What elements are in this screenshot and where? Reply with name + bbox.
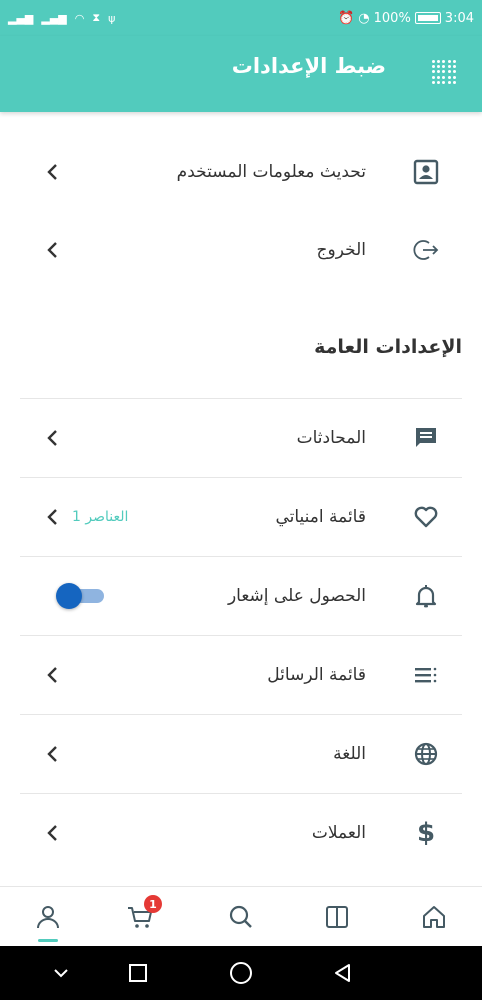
section-title: الإعدادات العامة bbox=[314, 336, 462, 358]
wifi-icon: ◠ bbox=[74, 11, 85, 25]
signal-icon: ▂▄▆ bbox=[8, 11, 34, 25]
clock: 3:04 bbox=[444, 10, 474, 26]
currencies-row[interactable]: $ العملات bbox=[20, 793, 462, 871]
bottom-nav: 1 bbox=[0, 886, 482, 946]
message-list-icon bbox=[412, 661, 440, 689]
home-icon[interactable] bbox=[418, 901, 450, 933]
home-button-icon[interactable] bbox=[228, 960, 254, 986]
logout-row[interactable]: الخروج bbox=[20, 211, 462, 289]
row-label: اللغة bbox=[333, 743, 366, 764]
book-icon[interactable] bbox=[321, 901, 353, 933]
update-user-info-row[interactable]: تحديث معلومات المستخدم bbox=[20, 133, 462, 211]
row-label: قائمة الرسائل bbox=[267, 664, 366, 685]
chevron-left-icon bbox=[47, 164, 57, 180]
dollar-icon: $ bbox=[416, 817, 436, 848]
notifications-row: الحصول على إشعار bbox=[20, 556, 462, 634]
status-right: ⏰ ◔ 100% 3:04 bbox=[338, 11, 474, 26]
chevron-left-icon bbox=[47, 745, 57, 762]
row-label: تحديث معلومات المستخدم bbox=[176, 162, 366, 182]
system-nav-bar bbox=[0, 946, 482, 1000]
search-icon[interactable] bbox=[225, 901, 257, 933]
app-bar: ضبط الإعدادات bbox=[0, 36, 482, 112]
chat-icon bbox=[412, 424, 440, 452]
row-label: العملات bbox=[311, 822, 366, 843]
conversations-row[interactable]: المحادثات bbox=[20, 398, 462, 476]
alarm-icon: ⏰ bbox=[338, 10, 355, 26]
signal-indicators: ▂▄▆ ▂▄▆ ◠ ⧗ ψ bbox=[8, 11, 115, 25]
battery-icon bbox=[414, 12, 441, 24]
logout-icon bbox=[412, 236, 440, 264]
chevron-down-icon[interactable] bbox=[48, 960, 74, 986]
user-profile-icon bbox=[412, 158, 440, 186]
wishlist-row[interactable]: قائمة امنياتي 1 العناصر bbox=[20, 477, 462, 555]
cart-count-badge: 1 bbox=[144, 895, 162, 913]
active-tab-indicator bbox=[38, 939, 58, 942]
wishlist-count: 1 العناصر bbox=[72, 508, 129, 525]
dots-grid-icon[interactable] bbox=[432, 60, 456, 84]
chevron-left-icon bbox=[47, 429, 57, 446]
chevron-left-icon bbox=[47, 242, 57, 258]
chevron-left-icon bbox=[47, 666, 57, 683]
profile-icon[interactable] bbox=[32, 901, 64, 933]
chevron-left-icon bbox=[47, 508, 57, 525]
signal-icon: ▂▄▆ bbox=[41, 11, 67, 25]
recents-icon[interactable] bbox=[125, 960, 151, 986]
battery-percent: 100% bbox=[373, 10, 411, 26]
globe-icon bbox=[412, 740, 440, 768]
status-bar: ▂▄▆ ▂▄▆ ◠ ⧗ ψ ⏰ ◔ 100% 3:04 bbox=[0, 0, 482, 36]
message-list-row[interactable]: قائمة الرسائل bbox=[20, 635, 462, 713]
chevron-left-icon bbox=[47, 824, 57, 841]
speed-icon: ◔ bbox=[358, 10, 370, 26]
heart-icon bbox=[412, 503, 440, 531]
bell-icon bbox=[412, 582, 440, 610]
page-title: ضبط الإعدادات bbox=[231, 54, 386, 78]
row-label: قائمة امنياتي bbox=[275, 506, 366, 527]
hourglass-icon: ⧗ bbox=[92, 11, 101, 24]
row-label: المحادثات bbox=[296, 427, 366, 448]
row-label: الحصول على إشعار bbox=[227, 585, 366, 606]
notification-toggle[interactable] bbox=[56, 582, 104, 609]
usb-icon: ψ bbox=[108, 11, 116, 25]
language-row[interactable]: اللغة bbox=[20, 714, 462, 792]
row-label: الخروج bbox=[316, 240, 366, 260]
back-icon[interactable] bbox=[330, 960, 356, 986]
